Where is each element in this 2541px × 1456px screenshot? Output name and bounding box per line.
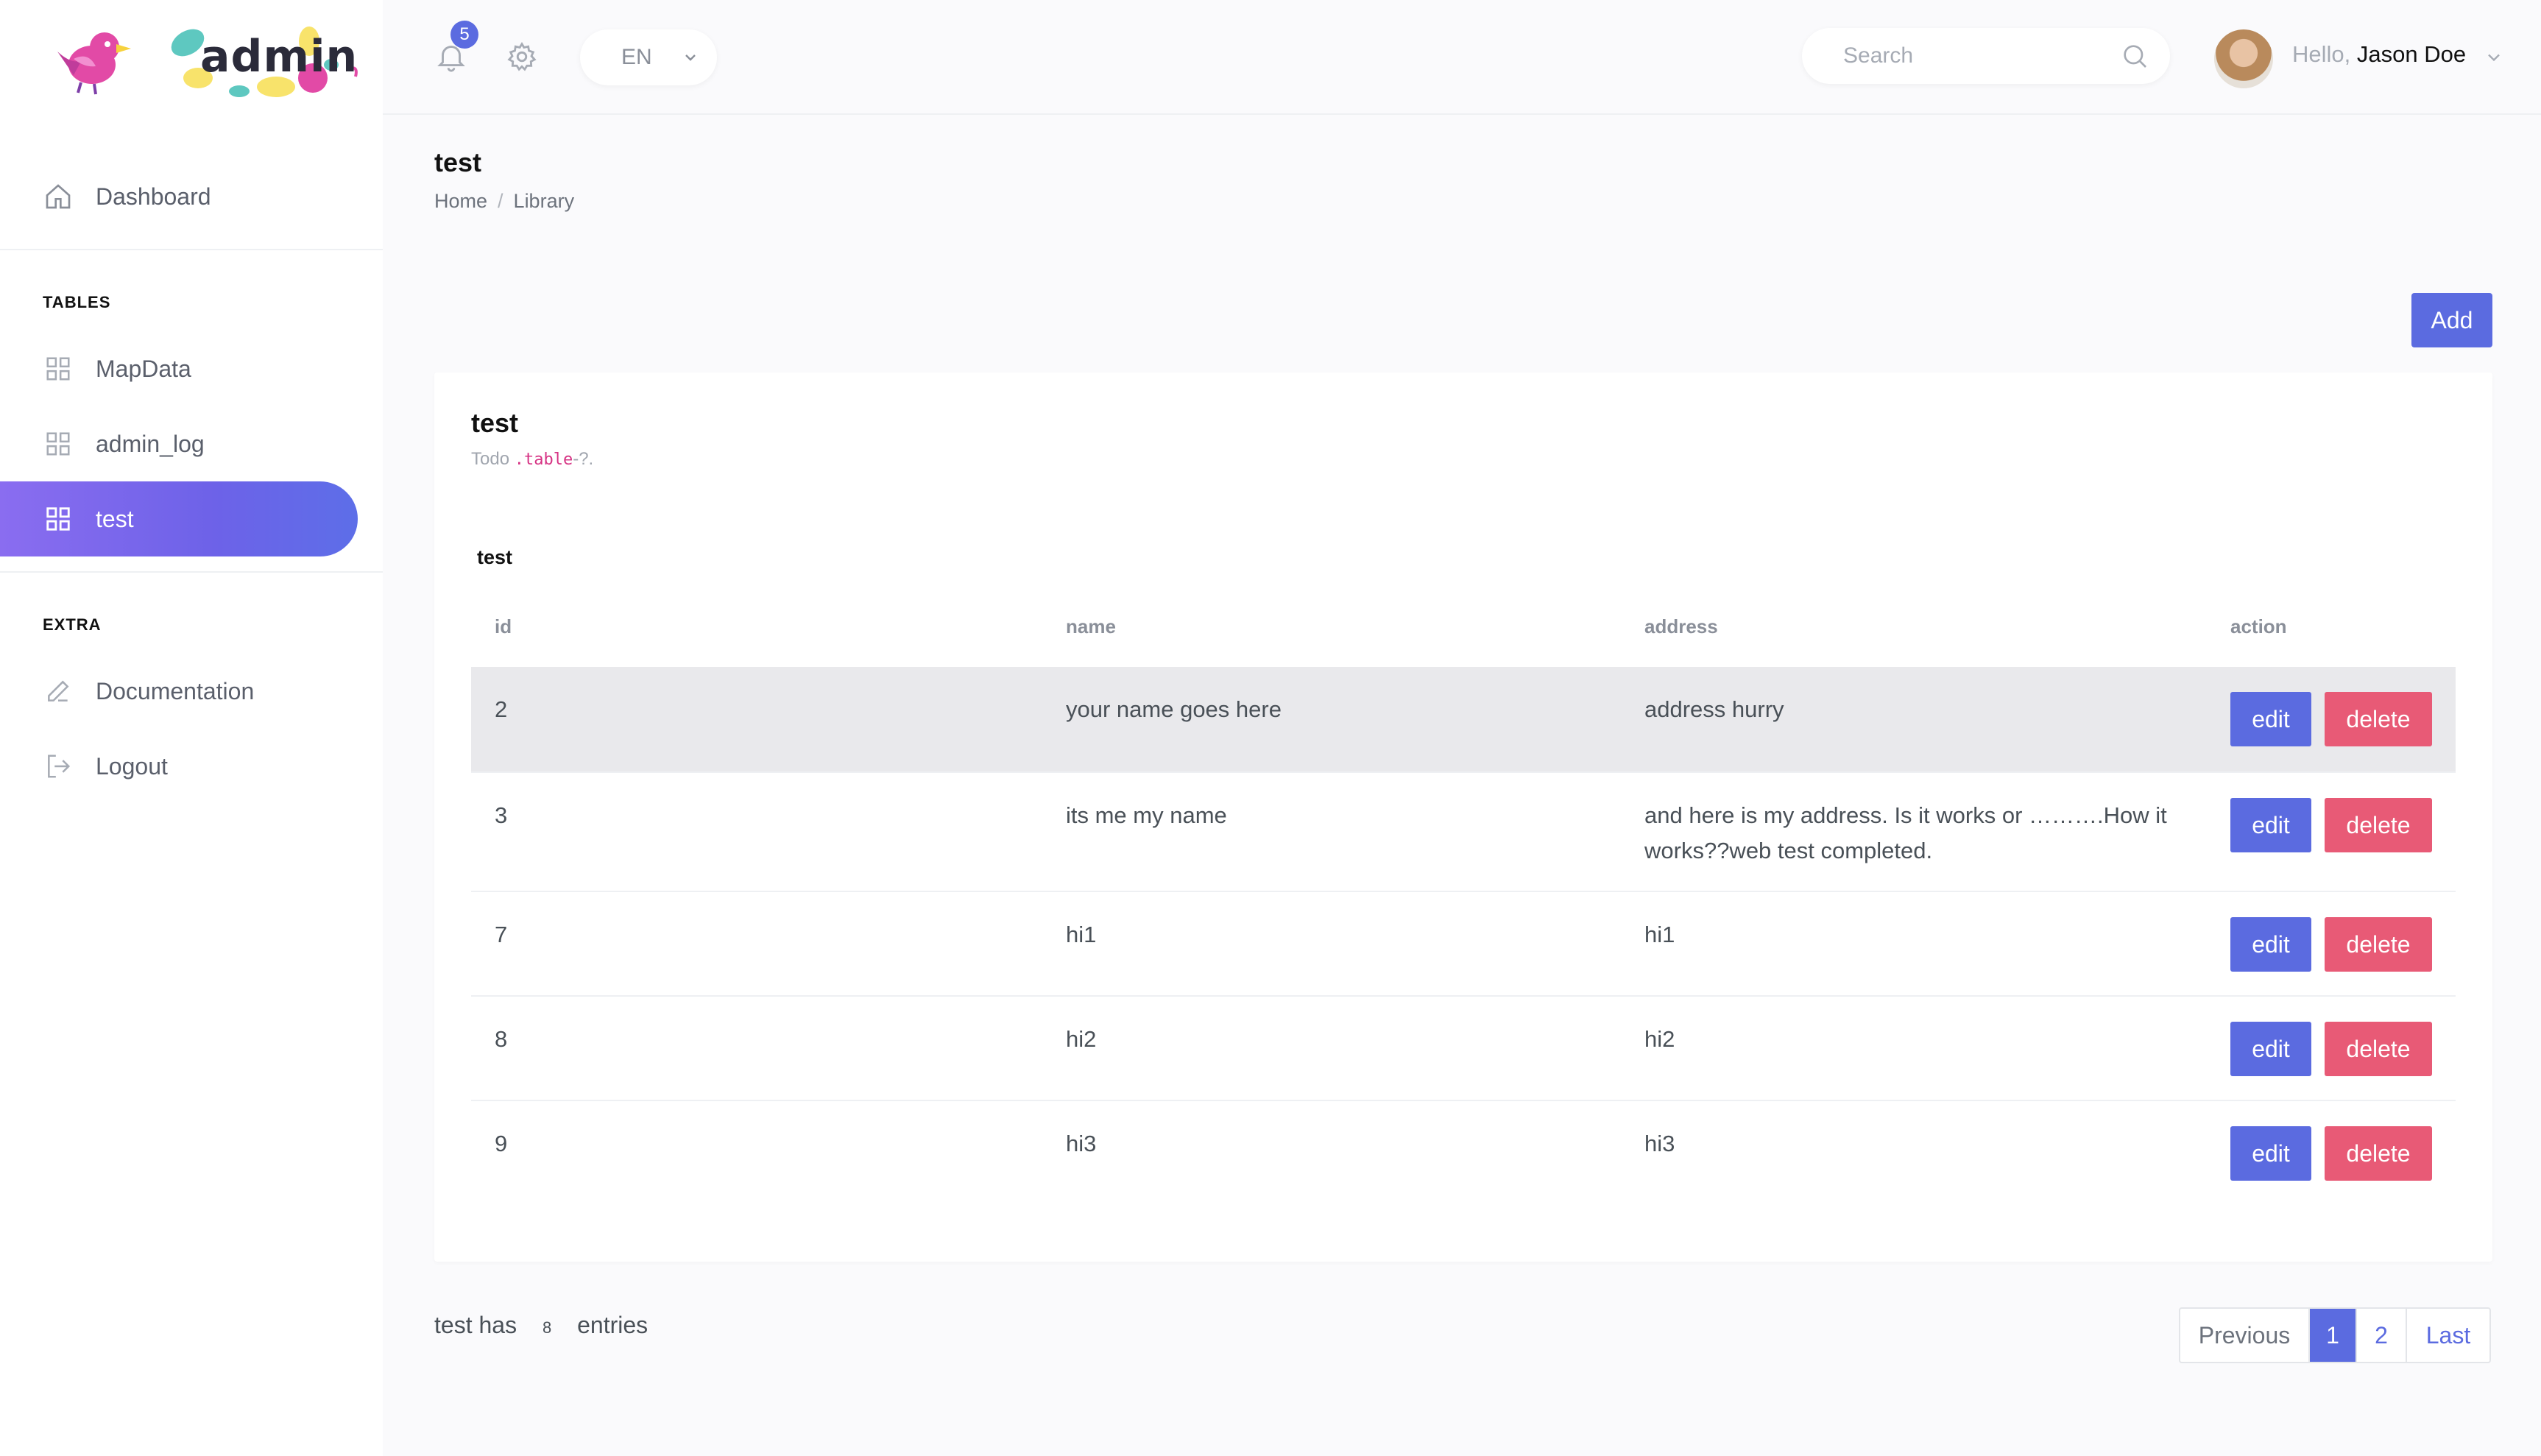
table-row[interactable]: 8 hi2 hi2 edit delete: [471, 997, 2456, 1101]
logout-icon: [43, 751, 74, 782]
cell-address: and here is my address. Is it works or ……: [1644, 802, 2167, 863]
pagination-last[interactable]: Last: [2407, 1309, 2489, 1362]
sidebar-item-label: Dashboard: [96, 183, 211, 210]
column-header-id[interactable]: id: [495, 615, 512, 638]
user-name: Jason Doe: [2356, 41, 2467, 67]
table-card: test Todo .table-?. test id name address…: [434, 372, 2492, 1262]
edit-button[interactable]: edit: [2230, 798, 2311, 852]
entries-suffix: entries: [577, 1312, 648, 1338]
gear-icon[interactable]: [505, 40, 539, 74]
grid-icon: [43, 353, 74, 384]
app-root: admin Dashboard TABLES MapData admin_log: [0, 0, 2541, 1456]
entries-prefix: test has: [434, 1312, 517, 1338]
notification-badge: 5: [450, 21, 478, 49]
delete-button[interactable]: delete: [2325, 692, 2432, 746]
breadcrumb-library[interactable]: Library: [514, 190, 575, 212]
table-row[interactable]: 3 its me my name and here is my address.…: [471, 773, 2456, 892]
card-title: test: [471, 408, 519, 438]
pencil-icon: [43, 676, 74, 707]
avatar[interactable]: [2214, 29, 2273, 88]
cell-address: hi3: [1644, 1131, 1675, 1156]
pagination-previous[interactable]: Previous: [2180, 1309, 2310, 1362]
sidebar-item-test[interactable]: test: [0, 481, 358, 556]
top-header: 5 EN Hello, Jason Doe: [383, 0, 2541, 115]
sidebar: admin Dashboard TABLES MapData admin_log: [0, 0, 383, 1456]
table-caption: test: [477, 546, 513, 568]
cell-id: 3: [495, 802, 508, 828]
table-header: id name address action: [471, 596, 2456, 667]
edit-button[interactable]: edit: [2230, 1126, 2311, 1181]
bird-logo-icon: [57, 32, 131, 95]
page-title: test: [434, 147, 482, 177]
column-header-name[interactable]: name: [1066, 615, 1116, 638]
sidebar-item-label: MapData: [96, 355, 191, 382]
greeting-text: Hello,: [2292, 41, 2351, 67]
language-selector[interactable]: EN: [580, 29, 717, 85]
delete-button[interactable]: delete: [2325, 1126, 2432, 1181]
cell-address: hi2: [1644, 1026, 1675, 1052]
breadcrumb-home[interactable]: Home: [434, 190, 487, 212]
table-row[interactable]: 2 your name goes here address hurry edit…: [471, 667, 2456, 773]
cell-address: address hurry: [1644, 696, 1784, 722]
search-input[interactable]: [1843, 40, 2101, 72]
search-icon[interactable]: [2120, 41, 2149, 71]
column-header-address[interactable]: address: [1644, 615, 1718, 638]
pagination-page-1[interactable]: 1: [2310, 1309, 2357, 1362]
cell-id: 9: [495, 1131, 508, 1156]
card-subtitle-suffix: -?.: [573, 449, 594, 469]
delete-button[interactable]: delete: [2325, 917, 2432, 972]
table-row[interactable]: 7 hi1 hi1 edit delete: [471, 892, 2456, 997]
cell-id: 8: [495, 1026, 508, 1052]
edit-button[interactable]: edit: [2230, 692, 2311, 746]
column-header-action: action: [2230, 615, 2287, 637]
delete-button[interactable]: delete: [2325, 798, 2432, 852]
breadcrumb-separator: /: [498, 190, 503, 212]
sidebar-item-label: admin_log: [96, 430, 205, 457]
pagination: Previous 1 2 Last: [2179, 1307, 2491, 1363]
sidebar-heading-tables: TABLES: [43, 293, 111, 311]
sidebar-item-mapdata[interactable]: MapData: [0, 331, 358, 406]
sidebar-item-admin-log[interactable]: admin_log: [0, 406, 358, 481]
delete-button[interactable]: delete: [2325, 1022, 2432, 1076]
cell-name: hi2: [1066, 1026, 1097, 1052]
cell-name: hi1: [1066, 922, 1097, 947]
cell-name: your name goes here: [1066, 696, 1282, 722]
chevron-down-icon[interactable]: [2484, 47, 2504, 68]
brand-name: admin: [200, 31, 358, 82]
add-button[interactable]: Add: [2411, 293, 2492, 347]
sidebar-item-label: Logout: [96, 752, 168, 780]
breadcrumb: Home / Library: [434, 190, 574, 213]
pagination-page-2[interactable]: 2: [2357, 1309, 2407, 1362]
grid-icon: [43, 428, 74, 459]
cell-id: 2: [495, 696, 508, 722]
sidebar-item-dashboard[interactable]: Dashboard: [0, 159, 358, 234]
card-subtitle-prefix: Todo: [471, 449, 510, 469]
entries-summary: test has 8 entries: [434, 1312, 648, 1339]
cell-name: hi3: [1066, 1131, 1097, 1156]
entries-count: 8: [542, 1318, 552, 1337]
search-box: [1802, 28, 2170, 84]
cell-address: hi1: [1644, 922, 1675, 947]
edit-button[interactable]: edit: [2230, 1022, 2311, 1076]
sidebar-divider: [0, 249, 383, 250]
card-subtitle-code: .table: [514, 450, 573, 469]
grid-icon: [43, 503, 74, 534]
cell-id: 7: [495, 922, 508, 947]
table-row[interactable]: 9 hi3 hi3 edit delete: [471, 1101, 2456, 1206]
sidebar-divider: [0, 571, 383, 573]
home-icon: [43, 181, 74, 212]
language-value: EN: [621, 45, 652, 69]
chevron-down-icon: [685, 54, 696, 61]
logo[interactable]: admin: [0, 0, 383, 115]
cell-name: its me my name: [1066, 802, 1227, 828]
user-greeting[interactable]: Hello, Jason Doe: [2292, 41, 2466, 68]
sidebar-item-logout[interactable]: Logout: [0, 729, 358, 804]
sidebar-item-label: Documentation: [96, 677, 255, 704]
sidebar-item-label: test: [96, 505, 134, 532]
card-subtitle: Todo .table-?.: [471, 449, 593, 470]
sidebar-heading-extra: EXTRA: [43, 615, 102, 634]
edit-button[interactable]: edit: [2230, 917, 2311, 972]
sidebar-item-documentation[interactable]: Documentation: [0, 654, 358, 729]
